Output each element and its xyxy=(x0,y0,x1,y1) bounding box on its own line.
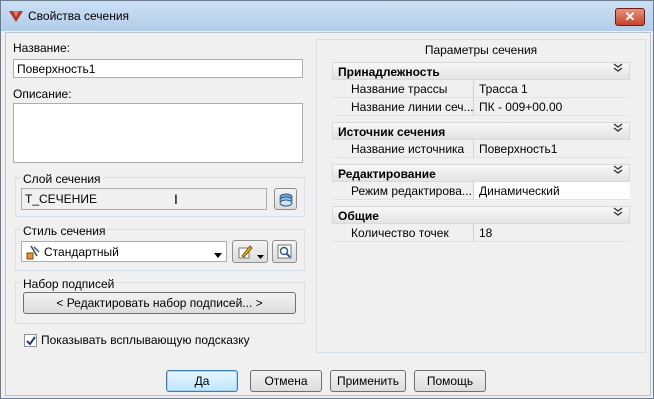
chevron-down-icon xyxy=(214,248,222,262)
name-input[interactable]: Поверхность1 xyxy=(13,59,303,78)
params-row-sample-line-name: Название линии сеч... ПК - 009+00.00 xyxy=(332,98,630,116)
params-section-ownership[interactable]: Принадлежность xyxy=(332,62,630,80)
description-textarea[interactable] xyxy=(13,103,303,163)
double-chevron-up-icon[interactable] xyxy=(613,165,623,178)
tooltip-checkbox[interactable] xyxy=(24,334,37,347)
description-label: Описание: xyxy=(13,87,72,101)
layer-input[interactable]: Т_СЕЧЕНИЕ xyxy=(21,188,267,210)
style-edit-button[interactable] xyxy=(232,240,268,263)
params-row-value[interactable]: Динамический xyxy=(473,182,630,200)
title-bar[interactable]: Свойства сечения ✕ xyxy=(1,1,653,31)
layer-stack-icon xyxy=(278,192,294,211)
help-button[interactable]: Помощь xyxy=(414,370,486,392)
params-panel-title: Параметры сечения xyxy=(424,43,538,57)
ok-button[interactable]: Да xyxy=(166,370,238,392)
params-row-edit-mode: Режим редактирова... Динамический xyxy=(332,182,630,200)
section-params-panel: Параметры сечения Принадлежность Названи… xyxy=(316,39,646,353)
params-row-key: Название трассы xyxy=(332,80,473,98)
params-section-general[interactable]: Общие xyxy=(332,206,630,224)
params-row-value[interactable]: 18 xyxy=(473,224,630,242)
app-icon xyxy=(8,8,24,24)
double-chevron-up-icon[interactable] xyxy=(613,123,623,136)
params-row-alignment-name: Название трассы Трасса 1 xyxy=(332,80,630,98)
params-row-point-count: Количество точек 18 xyxy=(332,224,630,242)
params-row-key: Количество точек xyxy=(332,224,473,242)
params-row-key: Название источника xyxy=(332,140,473,158)
params-section-title: Редактирование xyxy=(338,167,436,181)
params-row-key: Режим редактирова... xyxy=(332,182,473,200)
params-section-title: Общие xyxy=(338,209,379,223)
layer-select-button[interactable] xyxy=(274,188,297,210)
style-preview-button[interactable] xyxy=(272,240,297,263)
dialog-body: Название: Поверхность1 Описание: Слой се… xyxy=(5,32,651,396)
params-row-value[interactable]: ПК - 009+00.00 xyxy=(473,98,630,116)
close-button[interactable]: ✕ xyxy=(615,8,645,26)
params-row-value[interactable]: Поверхность1 xyxy=(473,140,630,158)
edit-label-set-button[interactable]: < Редактировать набор подписей... > xyxy=(23,292,296,314)
label-set-group-label: Набор подписей xyxy=(21,277,117,291)
params-section-title: Источник сечения xyxy=(338,125,446,139)
preview-icon xyxy=(277,244,293,263)
double-chevron-up-icon[interactable] xyxy=(613,63,623,76)
style-select-value: Стандартный xyxy=(44,245,119,259)
dialog-window: Свойства сечения ✕ Название: Поверхность… xyxy=(0,0,654,399)
apply-button[interactable]: Применить xyxy=(330,370,406,392)
double-chevron-up-icon[interactable] xyxy=(613,207,623,220)
edit-style-icon xyxy=(237,244,253,263)
chevron-down-icon xyxy=(257,249,264,263)
checkmark-icon xyxy=(26,335,36,349)
params-section-source[interactable]: Источник сечения xyxy=(332,122,630,140)
cancel-button[interactable]: Отмена xyxy=(250,370,322,392)
name-label: Название: xyxy=(13,41,70,55)
layer-group-label: Слой сечения xyxy=(21,172,103,186)
window-title: Свойства сечения xyxy=(28,9,130,23)
style-select[interactable]: Стандартный xyxy=(21,241,227,262)
close-icon: ✕ xyxy=(624,9,636,24)
params-section-title: Принадлежность xyxy=(338,65,440,79)
params-row-source-name: Название источника Поверхность1 xyxy=(332,140,630,158)
style-icon xyxy=(25,244,41,263)
params-section-editing[interactable]: Редактирование xyxy=(332,164,630,182)
text-cursor-icon: I xyxy=(174,191,178,207)
params-row-key: Название линии сеч... xyxy=(332,98,473,116)
tooltip-checkbox-label: Показывать всплывающую подсказку xyxy=(41,333,250,347)
style-group-label: Стиль сечения xyxy=(21,224,108,238)
params-row-value[interactable]: Трасса 1 xyxy=(473,80,630,98)
